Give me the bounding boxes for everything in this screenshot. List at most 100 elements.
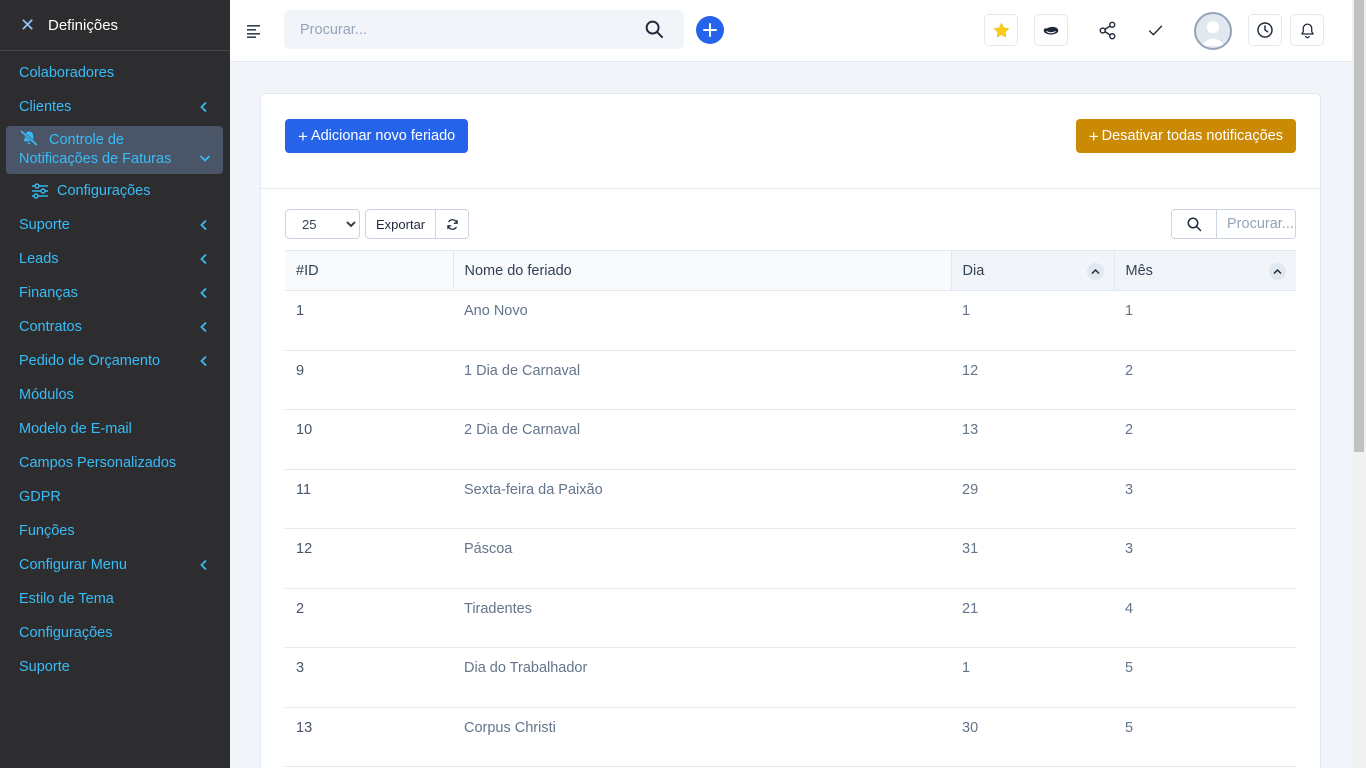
sidebar-item[interactable]: Finanças — [0, 276, 230, 310]
sidebar-item[interactable]: Modelo de E-mail — [0, 412, 230, 446]
search-input[interactable] — [284, 10, 624, 49]
column-header-name[interactable]: Nome do feriado — [452, 250, 951, 291]
export-button[interactable]: Exportar — [365, 209, 437, 239]
cell-month: 5 — [1114, 647, 1296, 708]
sidebar-subitem-settings[interactable]: Configurações — [0, 174, 230, 208]
share-button[interactable] — [1095, 18, 1119, 42]
sidebar-item[interactable]: Colaboradores — [0, 56, 230, 90]
cell-month: 1 — [1114, 290, 1296, 351]
sidebar-item-label: GDPR — [19, 489, 61, 505]
add-holiday-button[interactable]: + Adicionar novo feriado — [285, 119, 469, 153]
star-icon — [993, 22, 1009, 37]
sidebar-item-label: Suporte — [19, 217, 70, 233]
table-row[interactable]: 1 Ano Novo 1 1 — [285, 290, 1296, 351]
cell-name: 2 Dia de Carnaval — [453, 409, 951, 470]
column-header-id[interactable]: #ID — [285, 250, 453, 291]
cell-id: 9 — [285, 350, 453, 410]
sidebar-item-label: Campos Personalizados — [19, 455, 177, 471]
sidebar-item[interactable]: Suporte — [0, 208, 230, 242]
quick-create-button[interactable] — [696, 16, 724, 44]
sort-up-icon — [1269, 263, 1286, 280]
sidebar-item-label: Colaboradores — [19, 65, 115, 81]
reload-button[interactable] — [436, 209, 470, 239]
plus-icon: + — [298, 126, 308, 146]
chevron-left-icon — [200, 559, 207, 571]
table-search-input[interactable] — [1217, 210, 1295, 238]
sidebar-item-label: Modelo de E-mail — [19, 421, 132, 437]
cell-id: 3 — [285, 647, 453, 708]
table-row[interactable]: 10 2 Dia de Carnaval 13 2 — [285, 409, 1296, 470]
share-icon — [1099, 21, 1115, 39]
table-row[interactable]: 11 Sexta-feira da Paixão 29 3 — [285, 469, 1296, 529]
sidebar-item[interactable]: Módulos — [0, 378, 230, 412]
disable-notifications-button[interactable]: + Desativar todas notificações — [1075, 119, 1296, 153]
close-icon[interactable]: ✕ — [20, 16, 36, 34]
cell-id: 11 — [285, 469, 453, 529]
cell-name: Tiradentes — [453, 588, 951, 648]
cell-day: 31 — [951, 528, 1114, 589]
sidebar-item[interactable]: Leads — [0, 242, 230, 276]
cell-day: 29 — [951, 469, 1114, 529]
chevron-down-icon — [199, 155, 211, 162]
chevron-left-icon — [200, 219, 207, 231]
cell-name: Corpus Christi — [453, 707, 951, 767]
table-row[interactable]: 13 Corpus Christi 30 5 — [285, 707, 1296, 767]
sidebar-item[interactable]: Campos Personalizados — [0, 446, 230, 480]
top-bar — [230, 0, 1352, 62]
sidebar: ✕ Definições Colaboradores Clientes Contro… — [0, 0, 230, 768]
column-header-day[interactable]: Dia — [950, 250, 1114, 291]
check-icon — [1148, 25, 1162, 35]
search-icon[interactable] — [1172, 210, 1217, 238]
timer-button[interactable] — [1034, 14, 1068, 46]
chevron-left-icon — [200, 355, 207, 367]
cell-name: Páscoa — [453, 528, 951, 589]
sidebar-item[interactable]: Contratos — [0, 310, 230, 344]
avatar[interactable] — [1194, 12, 1232, 50]
sidebar-header: ✕ Definições — [0, 0, 230, 51]
sidebar-item-label: Clientes — [19, 99, 72, 115]
sidebar-item-label: Leads — [19, 251, 59, 267]
sidebar-item[interactable]: Configurar Menu — [0, 548, 230, 582]
menu-icon[interactable] — [247, 24, 261, 38]
table-row[interactable]: 2 Tiradentes 21 4 — [285, 588, 1296, 648]
cell-day: 1 — [951, 647, 1114, 708]
cell-name: 1 Dia de Carnaval — [453, 350, 951, 410]
reminders-button[interactable] — [1248, 14, 1282, 46]
sidebar-item[interactable]: Funções — [0, 514, 230, 548]
column-header-month[interactable]: Mês — [1113, 250, 1296, 291]
global-search — [284, 10, 684, 49]
scrollbar-thumb[interactable] — [1354, 0, 1364, 452]
sidebar-item[interactable]: Estilo de Tema — [0, 582, 230, 616]
table-row[interactable]: 91 Dia de Carnaval 12 2 — [285, 350, 1296, 410]
chevron-left-icon — [200, 287, 207, 299]
table-row[interactable]: 3 Dia do Trabalhador 1 5 — [285, 647, 1296, 708]
cell-id: 12 — [285, 528, 453, 589]
search-icon[interactable] — [645, 20, 664, 39]
sidebar-item[interactable]: Clientes — [0, 90, 230, 124]
favorites-button[interactable] — [984, 14, 1018, 46]
sidebar-item[interactable]: Configurações — [0, 616, 230, 650]
cell-id: 10 — [285, 409, 453, 470]
sidebar-item-label: Estilo de Tema — [19, 591, 114, 607]
tasks-button[interactable] — [1143, 18, 1167, 42]
cell-month: 4 — [1114, 588, 1296, 648]
cell-name: Dia do Trabalhador — [453, 647, 951, 708]
notifications-button[interactable] — [1290, 14, 1324, 46]
cell-id: 2 — [285, 588, 453, 648]
plus-icon — [703, 23, 717, 37]
sidebar-item-label: Funções — [19, 523, 75, 539]
table-row[interactable]: 12 Páscoa 31 3 — [285, 528, 1296, 589]
cell-month: 2 — [1114, 409, 1296, 470]
sidebar-item[interactable]: Pedido de Orçamento — [0, 344, 230, 378]
sidebar-item[interactable]: GDPR — [0, 480, 230, 514]
page-scrollbar[interactable] — [1352, 0, 1366, 768]
sidebar-item[interactable]: Suporte — [0, 650, 230, 684]
panel-header: + Adicionar novo feriado + Desativar tod… — [261, 94, 1320, 189]
table-toolbar: 25 Exportar — [285, 209, 470, 239]
user-icon — [1200, 21, 1226, 47]
sliders-icon — [32, 183, 48, 199]
page-size-select[interactable]: 25 — [285, 209, 360, 239]
cell-month: 3 — [1114, 528, 1296, 589]
sidebar-item-invoice-notifications[interactable]: Controle de Notificações de Faturas — [6, 126, 223, 174]
chevron-left-icon — [200, 321, 207, 333]
